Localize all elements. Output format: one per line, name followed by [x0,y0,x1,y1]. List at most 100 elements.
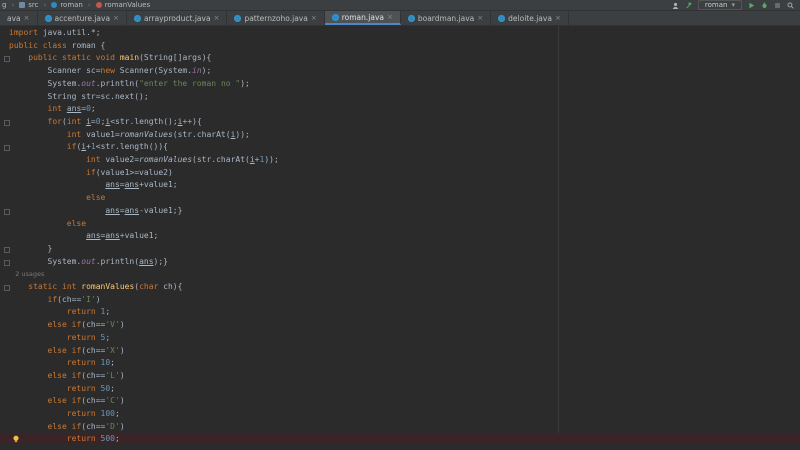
code-line[interactable]: int ans=0; [0,103,800,116]
code-line-text: int ans=0; [47,104,96,114]
usage-hint[interactable]: 2 usages [0,268,800,281]
class-icon [51,2,58,8]
code-line[interactable]: static int romanValues(char ch){ [0,281,800,294]
method-icon [95,2,102,8]
hammer-icon[interactable] [685,2,692,9]
code-line[interactable]: public class roman { [0,40,800,53]
java-class-icon [407,14,415,22]
folder-icon [19,2,26,8]
tab-label: boardman.java [417,13,475,23]
run-icon[interactable] [748,2,755,9]
lightbulb-icon[interactable] [12,435,20,443]
close-icon[interactable]: × [477,14,483,22]
tab-ava[interactable]: ava × [0,11,38,25]
fold-marker-icon[interactable] [4,259,10,266]
code-line-text: ans=ans-value1;} [105,205,183,215]
code-line[interactable]: ans=ans+value1; [0,179,800,192]
tab-deloite[interactable]: deloite.java × [491,11,569,25]
code-line[interactable]: Scanner sc=new Scanner(System.in); [0,65,800,78]
tab-arrayproduct[interactable]: arrayproduct.java × [127,11,228,25]
code-line[interactable]: else [0,192,800,205]
code-line[interactable]: if(value1>=value2) [0,167,800,180]
code-line[interactable]: if(ch=='I') [0,294,800,307]
chevron-down-icon: ▾ [731,1,735,9]
code-line-text: else if(ch=='L') [47,370,125,380]
run-configuration-select[interactable]: roman ▾ [697,0,742,10]
code-line[interactable]: else [0,218,800,231]
code-line[interactable]: System.out.println(ans);} [0,256,800,269]
code-line-text: System.out.println("enter the roman no "… [9,78,250,88]
java-class-icon [331,13,339,21]
code-line-text: System.out.println(ans);} [9,256,168,266]
code-line[interactable]: return 10; [0,357,800,370]
search-icon[interactable] [787,2,794,9]
code-line[interactable]: if(i+1<str.length()){ [0,141,800,154]
code-line-text: import java.util.*; [9,28,101,37]
code-line-text: int value2=romanValues(str.charAt(i+1)); [86,155,279,164]
tab-patternzoho[interactable]: patternzoho.java × [227,11,325,25]
breadcrumb-item-src[interactable]: src [28,1,38,9]
stop-icon[interactable] [774,2,781,9]
code-line-text: if(ch=='I') [47,294,101,304]
code-line[interactable]: else if(ch=='V') [0,319,800,332]
code-line-text: public class roman { [9,40,106,50]
breadcrumb-separator: › [11,1,15,9]
breadcrumb: g › src › roman › romanValues [2,1,150,9]
user-icon[interactable] [672,2,679,9]
code-line[interactable]: ans=ans+value1; [0,230,800,243]
code-line-text: return 50; [66,383,115,393]
fold-marker-icon[interactable] [4,208,10,215]
editor-tabs: ava × accenture.java × arrayproduct.java… [0,11,800,26]
code-line[interactable]: return 100; [0,408,800,421]
close-icon[interactable]: × [113,14,119,22]
tab-roman[interactable]: roman.java × [324,11,401,25]
code-line[interactable]: public static void main(String[]args){ [0,52,800,65]
code-line[interactable]: return 1; [0,306,800,319]
code-line-text: return 10; [66,358,115,368]
code-line-text: public static void main(String[]args){ [28,53,212,63]
code-line[interactable]: for(int i=0;i<str.length();i++){ [0,116,800,129]
tab-accenture[interactable]: accenture.java × [38,11,127,25]
code-line-text: Scanner sc=new Scanner(System.in); [9,66,212,76]
close-icon[interactable]: × [555,14,561,22]
code-line-text: String str=sc.next(); [9,91,149,101]
code-line[interactable]: return 50; [0,383,800,396]
code-line[interactable]: else if(ch=='D') [0,421,800,434]
close-icon[interactable]: × [311,14,317,22]
close-icon[interactable]: × [387,13,393,21]
code-line[interactable]: else if(ch=='X') [0,345,800,358]
java-class-icon [133,14,141,22]
close-icon[interactable]: × [214,14,220,22]
fold-marker-icon[interactable] [4,119,10,126]
code-line[interactable]: import java.util.*; [0,27,800,40]
code-line[interactable]: System.out.println("enter the roman no "… [0,78,800,91]
code-line[interactable]: else if(ch=='C') [0,395,800,408]
code-line[interactable]: } [0,243,800,256]
fold-marker-icon[interactable] [4,246,10,253]
code-line[interactable]: else if(ch=='L') [0,370,800,383]
fold-marker-icon[interactable] [4,56,10,63]
code-line[interactable]: int value1=romanValues(str.charAt(i)); [0,129,800,142]
code-line[interactable]: ans=ans-value1;} [0,205,800,218]
breadcrumb-item-project[interactable]: g [2,1,6,9]
run-config-label: roman [704,1,728,9]
code-line[interactable]: return 5; [0,332,800,345]
tab-label: roman.java [341,12,384,22]
code-editor[interactable]: import java.util.*; public class roman { … [0,26,800,450]
fold-marker-icon[interactable] [4,285,10,291]
tab-boardman[interactable]: boardman.java × [401,11,492,25]
code-line-text: else if(ch=='C') [47,396,125,406]
close-icon[interactable]: × [24,14,30,22]
code-line-text: else if(ch=='D') [47,421,125,431]
breadcrumb-item-method[interactable]: romanValues [105,1,150,9]
tab-label: patternzoho.java [244,13,308,23]
tab-label: ava [7,13,21,23]
debug-icon[interactable] [761,2,768,9]
code-line-text: return 5; [66,332,111,342]
code-line-text: ans=ans+value1; [86,231,159,241]
fold-marker-icon[interactable] [4,145,10,152]
code-line[interactable]: String str=sc.next(); [0,91,800,104]
code-line[interactable]: int value2=romanValues(str.charAt(i+1)); [0,154,800,167]
tab-label: deloite.java [508,13,552,23]
breadcrumb-item-class[interactable]: roman [60,1,83,9]
